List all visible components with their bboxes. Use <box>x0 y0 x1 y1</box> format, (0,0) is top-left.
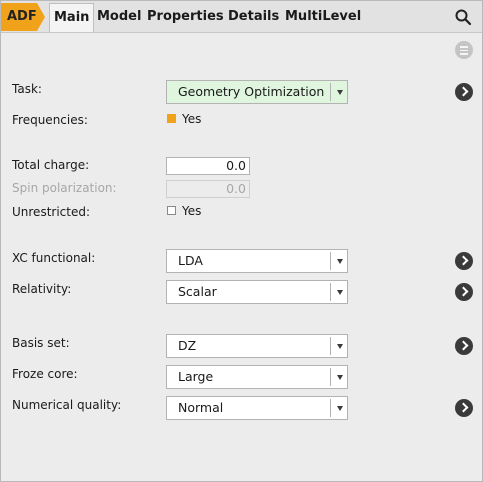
total-charge-label: Total charge: <box>12 158 90 172</box>
relativity-details-arrow-icon[interactable] <box>455 283 473 301</box>
relativity-value: Scalar <box>178 284 217 299</box>
task-value: Geometry Optimization <box>178 84 325 99</box>
basis-set-value: DZ <box>178 338 197 353</box>
combo-separator <box>330 83 331 101</box>
combo-separator <box>330 252 331 270</box>
xc-functional-select[interactable]: LDA <box>166 249 348 273</box>
numerical-quality-select[interactable]: Normal <box>166 396 348 420</box>
unrestricted-checkbox[interactable] <box>167 206 176 215</box>
combo-separator <box>330 337 331 355</box>
frequencies-checkbox[interactable] <box>167 114 176 123</box>
adf-module-tab[interactable]: ADF <box>1 3 45 31</box>
tab-main[interactable]: Main <box>49 3 95 32</box>
chevron-down-icon <box>337 406 343 411</box>
basis-set-label: Basis set: <box>12 336 70 350</box>
task-label: Task: <box>12 82 42 96</box>
combo-separator <box>330 283 331 301</box>
spin-polarization-label: Spin polarization: <box>12 181 117 195</box>
numerical-quality-label: Numerical quality: <box>12 398 122 412</box>
froze-core-label: Froze core: <box>12 367 78 381</box>
froze-core-value: Large <box>178 369 214 384</box>
unrestricted-label: Unrestricted: <box>12 205 91 219</box>
chevron-down-icon <box>337 290 343 295</box>
tab-details[interactable]: Details <box>224 3 283 31</box>
xc-functional-label: XC functional: <box>12 251 96 265</box>
tab-bar: ADF Main Model Properties Details MultiL… <box>1 1 482 33</box>
chevron-down-icon <box>337 90 343 95</box>
adf-input-window: ADF Main Model Properties Details MultiL… <box>0 0 483 482</box>
numerical-quality-details-arrow-icon[interactable] <box>455 399 473 417</box>
chevron-down-icon <box>337 344 343 349</box>
chevron-down-icon <box>337 375 343 380</box>
chevron-down-icon <box>337 259 343 264</box>
xc-functional-details-arrow-icon[interactable] <box>455 252 473 270</box>
basis-set-select[interactable]: DZ <box>166 334 348 358</box>
menu-icon[interactable] <box>455 41 473 59</box>
combo-separator <box>330 399 331 417</box>
spin-polarization-input: 0.0 <box>166 180 250 198</box>
total-charge-input[interactable]: 0.0 <box>166 157 250 175</box>
frequencies-check-label: Yes <box>182 112 202 126</box>
xc-functional-value: LDA <box>178 253 203 268</box>
task-select[interactable]: Geometry Optimization <box>166 80 348 104</box>
combo-separator <box>330 368 331 386</box>
unrestricted-check-label: Yes <box>182 204 202 218</box>
tab-properties[interactable]: Properties <box>143 3 228 31</box>
numerical-quality-value: Normal <box>178 400 224 415</box>
relativity-select[interactable]: Scalar <box>166 280 348 304</box>
frequencies-label: Frequencies: <box>12 113 88 127</box>
tab-model[interactable]: Model <box>93 3 145 31</box>
basis-set-details-arrow-icon[interactable] <box>455 337 473 355</box>
froze-core-select[interactable]: Large <box>166 365 348 389</box>
task-details-arrow-icon[interactable] <box>455 83 473 101</box>
relativity-label: Relativity: <box>12 282 72 296</box>
search-icon[interactable] <box>454 8 472 26</box>
tab-multilevel[interactable]: MultiLevel <box>281 3 365 31</box>
